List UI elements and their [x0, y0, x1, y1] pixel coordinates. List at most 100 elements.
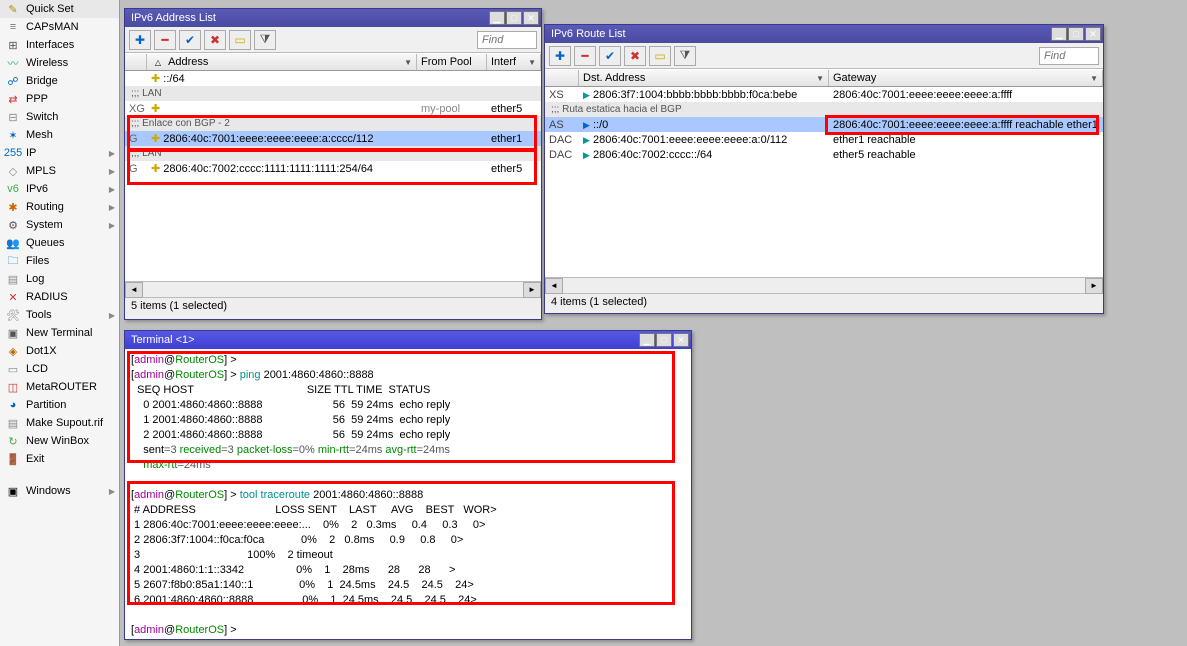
nav-item[interactable]: 👥Queues [0, 234, 119, 252]
nav-item[interactable]: 🚪Exit [0, 450, 119, 468]
nav-item[interactable]: v6IPv6▶ [0, 180, 119, 198]
nav-item[interactable]: 〰 Wireless [0, 54, 119, 72]
find-input[interactable] [477, 31, 537, 49]
find-input[interactable] [1039, 47, 1099, 65]
chevron-right-icon: ▶ [109, 167, 115, 176]
minimize-button[interactable]: ▁ [489, 11, 505, 25]
titlebar[interactable]: IPv6 Address List ▁ □ ✕ [125, 9, 541, 27]
nav-icon: ✎ [6, 2, 20, 16]
filter-button[interactable]: ⧩ [254, 30, 276, 50]
add-button[interactable]: ✚ [549, 46, 571, 66]
comment-button[interactable]: ▭ [229, 30, 251, 50]
nav-label: System [26, 219, 63, 231]
nav-icon: ✕ [6, 290, 20, 304]
comment-row: ;;; Ruta estatica hacia el BGP [545, 102, 1103, 117]
disable-button[interactable]: ✖ [204, 30, 226, 50]
maximize-button[interactable]: □ [1068, 27, 1084, 41]
nav-item[interactable]: ◇MPLS▶ [0, 162, 119, 180]
enable-button[interactable]: ✔ [179, 30, 201, 50]
nav-item[interactable]: ✱Routing▶ [0, 198, 119, 216]
comment-button[interactable]: ▭ [649, 46, 671, 66]
maximize-button[interactable]: □ [656, 333, 672, 347]
close-button[interactable]: ✕ [1085, 27, 1101, 41]
nav-label: Bridge [26, 75, 58, 87]
table-row[interactable]: DAC▶ 2806:40c:7001:eeee:eeee:eeee:a:0/11… [545, 132, 1103, 147]
nav-item[interactable]: ◫MetaROUTER [0, 378, 119, 396]
status-bar: 4 items (1 selected) [545, 293, 1103, 311]
nav-icon: 〰 [6, 56, 20, 70]
remove-button[interactable]: ━ [574, 46, 596, 66]
table-row[interactable]: G✚ 2806:40c:7001:eeee:eeee:eeee:a:cccc/1… [125, 131, 541, 146]
terminal-line: max-rtt=24ms [131, 458, 685, 473]
sort-icon: △ [151, 55, 165, 69]
nav-item[interactable]: 🗀Files [0, 252, 119, 270]
nav-icon: ▭ [6, 362, 20, 376]
nav-item[interactable]: ▣New Terminal [0, 324, 119, 342]
minimize-button[interactable]: ▁ [639, 333, 655, 347]
col-gateway: Gateway [833, 72, 876, 84]
nav-item[interactable]: ⚙System▶ [0, 216, 119, 234]
nav-item[interactable]: ▤ Log [0, 270, 119, 288]
nav-item[interactable]: ◈Dot1X [0, 342, 119, 360]
table-row[interactable]: XS▶ 2806:3f7:1004:bbbb:bbbb:bbbb:f0ca:be… [545, 87, 1103, 102]
nav-item[interactable]: ⊞Interfaces [0, 36, 119, 54]
maximize-button[interactable]: □ [506, 11, 522, 25]
nav-icon: ⊟ [6, 110, 20, 124]
col-dst: Dst. Address [583, 72, 645, 84]
table-row[interactable]: XG✚ my-poolether5 [125, 101, 541, 116]
disable-button[interactable]: ✖ [624, 46, 646, 66]
terminal-line: [admin@RouterOS] > tool traceroute 2001:… [131, 488, 685, 503]
window-title: Terminal <1> [131, 334, 195, 346]
mdi-area: IPv6 Address List ▁ □ ✕ ✚ ━ ✔ ✖ ▭ ⧩ △ Ad… [120, 0, 1187, 646]
nav-item[interactable]: ✕RADIUS [0, 288, 119, 306]
table-row[interactable]: DAC▶ 2806:40c:7002:cccc::/64ether5 reach… [545, 147, 1103, 162]
nav-icon: 255 [6, 146, 20, 160]
nav-item[interactable]: ✶Mesh [0, 126, 119, 144]
nav-item[interactable]: ⇄PPP [0, 90, 119, 108]
nav-item[interactable]: ≡CAPsMAN [0, 18, 119, 36]
terminal-line [131, 473, 685, 488]
table-row[interactable]: AS▶ ::/02806:40c:7001:eeee:eeee:eeee:a:f… [545, 117, 1103, 132]
nav-item[interactable]: ☍Bridge [0, 72, 119, 90]
status-bar: 5 items (1 selected) [125, 297, 541, 315]
nav-item[interactable]: 🛠Tools▶ [0, 306, 119, 324]
nav-item[interactable]: ▭ LCD [0, 360, 119, 378]
nav-icon: v6 [6, 182, 20, 196]
nav-item[interactable]: ↻New WinBox [0, 432, 119, 450]
nav-item[interactable]: 255IP▶ [0, 144, 119, 162]
nav-icon: ▤ [6, 272, 20, 286]
close-button[interactable]: ✕ [523, 11, 539, 25]
terminal-line: 2 2806:3f7:1004::f0ca:f0ca 0% 2 0.8ms 0.… [131, 533, 685, 548]
terminal-line: # ADDRESS LOSS SENT LAST AVG BEST WOR> [131, 503, 685, 518]
nav-icon: ✱ [6, 200, 20, 214]
nav-label: Log [26, 273, 44, 285]
terminal-body[interactable]: [admin@RouterOS] > [admin@RouterOS] > pi… [125, 349, 691, 639]
enable-button[interactable]: ✔ [599, 46, 621, 66]
nav-label: Mesh [26, 129, 53, 141]
titlebar[interactable]: Terminal <1> ▁ □ ✕ [125, 331, 691, 349]
remove-button[interactable]: ━ [154, 30, 176, 50]
h-scrollbar[interactable] [545, 277, 1103, 293]
add-button[interactable]: ✚ [129, 30, 151, 50]
nav-icon: ◫ [6, 380, 20, 394]
table-row[interactable]: G✚ 2806:40c:7002:cccc:1111:1111:1111:254… [125, 161, 541, 176]
terminal-line: [admin@RouterOS] > [131, 353, 685, 368]
nav-item[interactable]: ⊟Switch [0, 108, 119, 126]
table-row[interactable]: ✚ ::/64 [125, 71, 541, 86]
nav-item[interactable]: ✎Quick Set [0, 0, 119, 18]
terminal-line: [admin@RouterOS] > [131, 623, 685, 638]
nav-icon: ◕ [6, 398, 20, 412]
filter-button[interactable]: ⧩ [674, 46, 696, 66]
nav-item[interactable]: ◕Partition [0, 396, 119, 414]
col-interface: Interf [491, 56, 516, 68]
chevron-right-icon: ▶ [109, 221, 115, 230]
nav-windows[interactable]: ▣ Windows ▶ [0, 482, 119, 500]
nav-item[interactable]: ▤Make Supout.rif [0, 414, 119, 432]
titlebar[interactable]: IPv6 Route List ▁ □ ✕ [545, 25, 1103, 43]
h-scrollbar[interactable] [125, 281, 541, 297]
nav-label: LCD [26, 363, 48, 375]
minimize-button[interactable]: ▁ [1051, 27, 1067, 41]
nav-label: Wireless [26, 57, 68, 69]
close-button[interactable]: ✕ [673, 333, 689, 347]
nav-icon: ◈ [6, 344, 20, 358]
